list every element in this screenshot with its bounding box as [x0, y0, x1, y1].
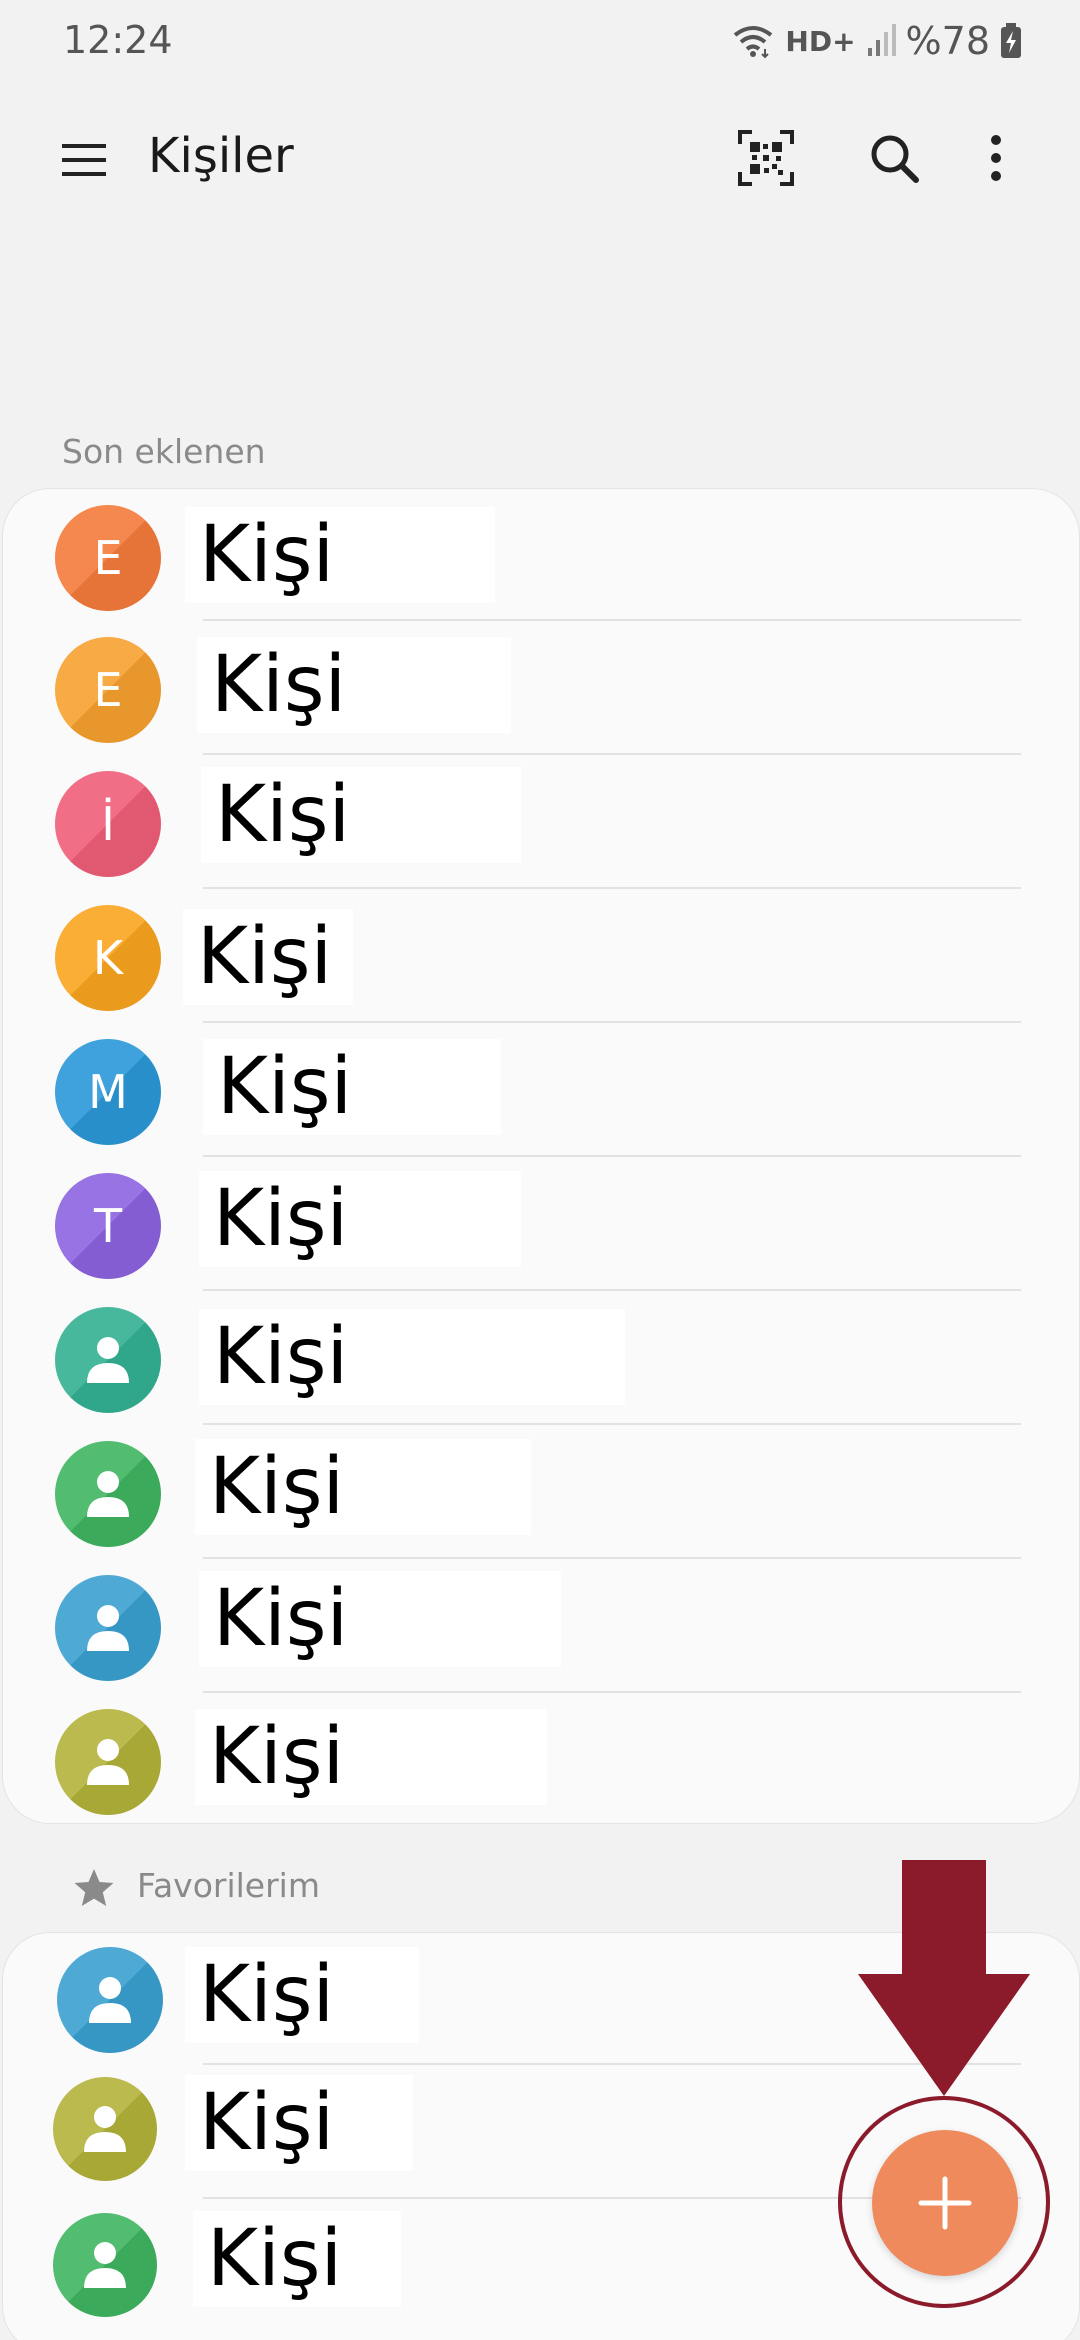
contact-row[interactable]: M Kişi — [3, 1025, 1079, 1159]
row-divider — [203, 619, 1021, 621]
contact-name-box: Kişi — [193, 2211, 401, 2307]
contact-name: Kişi — [199, 2078, 335, 2168]
contact-row[interactable]: Kişi — [3, 1293, 1079, 1427]
contact-name: Kişi — [213, 1312, 349, 1402]
contact-row[interactable]: Kişi — [3, 1427, 1079, 1561]
contact-name-box: Kişi — [183, 909, 353, 1005]
favorites-section-label: Favorilerim — [137, 1866, 320, 1905]
contact-name: Kişi — [199, 1950, 335, 2040]
avatar-initial: E — [93, 531, 123, 585]
person-icon — [84, 2106, 126, 2152]
contact-name-box: Kişi — [195, 1439, 531, 1535]
contacts-screen: 12:24 HD+ %78 Kişiler Son eklenen E Kişi… — [0, 0, 1080, 2340]
recent-contacts-card: E Kişi E Kişi İ Kişi K Kişi M Kişi T Kiş… — [2, 488, 1080, 1824]
avatar — [53, 2213, 157, 2317]
row-divider — [203, 1423, 1021, 1425]
annotation-arrow — [858, 1860, 1030, 2096]
avatar-initial: K — [92, 931, 124, 985]
star-icon — [74, 1869, 114, 1906]
row-divider — [203, 887, 1021, 889]
page-title: Kişiler — [148, 128, 294, 184]
status-time: 12:24 — [63, 18, 173, 62]
qr-code-icon[interactable] — [736, 128, 796, 188]
avatar-initial: M — [88, 1065, 128, 1119]
person-icon — [84, 2242, 126, 2288]
avatar: E — [55, 505, 161, 611]
plus-icon — [918, 2176, 972, 2230]
contact-row[interactable]: E Kişi — [3, 623, 1079, 757]
contact-name: Kişi — [217, 1042, 353, 1132]
contact-row[interactable]: Kişi — [3, 1695, 1079, 1823]
row-divider — [203, 1289, 1021, 1291]
more-options-icon[interactable] — [976, 130, 1016, 186]
person-icon — [89, 1977, 131, 2023]
contact-name-box: Kişi — [185, 2075, 413, 2171]
avatar: E — [55, 637, 161, 743]
contact-row[interactable]: İ Kişi — [3, 757, 1079, 891]
row-divider — [203, 1155, 1021, 1157]
search-icon[interactable] — [866, 130, 922, 186]
avatar: İ — [55, 771, 161, 877]
contact-name: Kişi — [211, 640, 347, 730]
menu-icon[interactable] — [56, 132, 112, 188]
person-icon — [87, 1739, 129, 1785]
avatar-initial: T — [93, 1199, 123, 1253]
avatar: K — [55, 905, 161, 1011]
avatar: M — [55, 1039, 161, 1145]
recent-section-label: Son eklenen — [62, 432, 266, 471]
contact-name-box: Kişi — [199, 1571, 561, 1667]
contact-name-box: Kişi — [203, 1039, 501, 1135]
avatar — [53, 2077, 157, 2181]
contact-name: Kişi — [209, 1442, 345, 1532]
person-icon — [87, 1337, 129, 1383]
contact-row[interactable]: T Kişi — [3, 1159, 1079, 1293]
contact-name-box: Kişi — [197, 637, 511, 733]
contact-row[interactable]: K Kişi — [3, 891, 1079, 1025]
contact-name: Kişi — [215, 770, 351, 860]
contact-name-box: Kişi — [201, 767, 521, 863]
person-icon — [87, 1471, 129, 1517]
avatar — [57, 1947, 163, 2053]
row-divider — [203, 1691, 1021, 1693]
row-divider — [203, 753, 1021, 755]
contact-name: Kişi — [197, 912, 333, 1002]
add-contact-button[interactable] — [872, 2130, 1018, 2276]
app-bar: Kişiler — [0, 110, 1080, 210]
avatar: T — [55, 1173, 161, 1279]
avatar — [55, 1709, 161, 1815]
contact-name: Kişi — [199, 510, 335, 600]
contact-name-box: Kişi — [199, 1171, 521, 1267]
contact-name: Kişi — [213, 1174, 349, 1264]
status-bar: 12:24 HD+ %78 — [0, 0, 1080, 84]
battery-charging-icon — [1001, 23, 1021, 58]
contact-name-box: Kişi — [185, 507, 495, 603]
avatar-initial: E — [93, 663, 123, 717]
wifi-icon — [734, 26, 773, 59]
avatar-initial: İ — [101, 797, 115, 851]
battery-percent: %78 — [905, 19, 990, 63]
contact-name: Kişi — [209, 1712, 345, 1802]
contact-name-box: Kişi — [185, 1947, 419, 2043]
contact-row[interactable]: E Kişi — [3, 489, 1079, 623]
contact-name: Kişi — [213, 1574, 349, 1664]
contact-name-box: Kişi — [199, 1309, 625, 1405]
contact-name-box: Kişi — [195, 1709, 547, 1805]
row-divider — [203, 1021, 1021, 1023]
contact-name: Kişi — [207, 2214, 343, 2304]
avatar — [55, 1307, 161, 1413]
network-type-label: HD+ — [785, 24, 856, 58]
avatar — [55, 1575, 161, 1681]
person-icon — [87, 1605, 129, 1651]
signal-icon — [867, 24, 896, 56]
status-icons: HD+ %78 — [731, 16, 1022, 66]
row-divider — [203, 1557, 1021, 1559]
contact-row[interactable]: Kişi — [3, 1561, 1079, 1695]
avatar — [55, 1441, 161, 1547]
